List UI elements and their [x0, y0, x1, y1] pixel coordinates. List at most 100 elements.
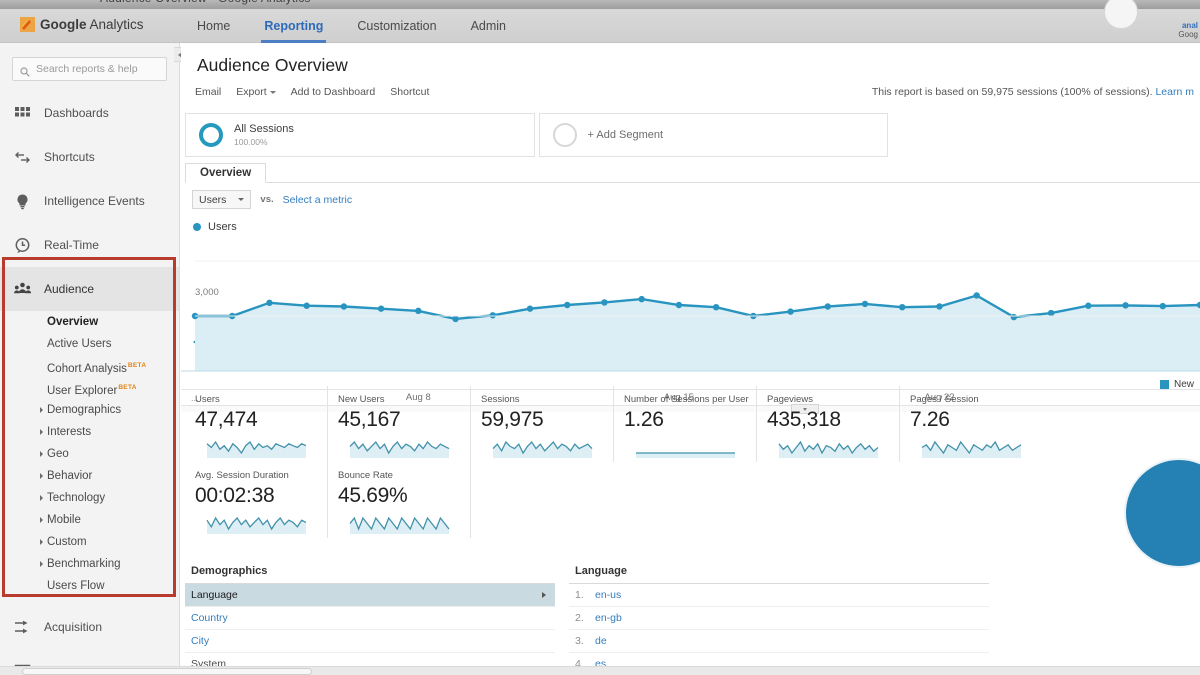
row-rank: 1. [575, 589, 584, 601]
sidebar-item-behavior[interactable]: Behavior [0, 465, 179, 487]
segment-ring-empty-icon [552, 123, 577, 147]
sparkline [185, 512, 328, 534]
demographics-row-country[interactable]: Country [185, 607, 555, 630]
arrow-shortcut-icon [14, 149, 31, 166]
kpi-bounce-rate[interactable]: Bounce Rate 45.69% [328, 462, 471, 538]
sub-label: Behavior [47, 470, 93, 482]
page-title: Audience Overview [197, 55, 348, 75]
scrollbar-thumb[interactable] [22, 668, 312, 675]
report-action-bar: Email Export Add to Dashboard Shortcut [195, 86, 429, 98]
sidebar-item-shortcuts[interactable]: Shortcuts [0, 135, 179, 179]
horizontal-scrollbar[interactable] [0, 666, 1200, 675]
kpi-grid: Users 47,474 New Users 45,167 Sessions 5… [185, 386, 1065, 538]
kpi-users[interactable]: Users 47,474 [185, 386, 328, 462]
sidebar-item-dashboards[interactable]: Dashboards [0, 91, 179, 135]
sparkline [900, 436, 1043, 458]
sidebar-label-acquisition: Acquisition [44, 620, 103, 634]
language-row[interactable]: 3. de [569, 630, 989, 653]
tab-overview[interactable]: Overview [185, 163, 267, 183]
kpi-avg-session-duration[interactable]: Avg. Session Duration 00:02:38 [185, 462, 328, 538]
row-label: Country [191, 612, 228, 624]
kpi-value: 45,167 [338, 408, 401, 432]
sparkline [328, 512, 471, 534]
segment-ring-icon [199, 123, 223, 147]
google-analytics-logo[interactable]: Google Analytics [20, 17, 144, 32]
learn-more-link[interactable]: Learn m [1155, 86, 1194, 98]
chart-point-26 [1159, 302, 1166, 310]
search-icon [20, 64, 30, 77]
avatar[interactable] [1104, 0, 1138, 29]
nav-home[interactable]: Home [180, 9, 247, 43]
sidebar-item-custom[interactable]: Custom [0, 531, 179, 553]
primary-nav: Home Reporting Customization Admin [180, 9, 523, 43]
add-to-dashboard-button[interactable]: Add to Dashboard [291, 86, 376, 98]
kpi-pages-per-session[interactable]: Pages / Session 7.26 [900, 386, 1043, 462]
kpi-sessions[interactable]: Sessions 59,975 [471, 386, 614, 462]
segment-all-sessions[interactable]: All Sessions 100.00% [185, 113, 535, 157]
sidebar-item-user-explorer[interactable]: User ExplorerBETA [0, 377, 179, 399]
language-row[interactable]: 2. en-gb [569, 607, 989, 630]
audience-submenu: Overview Active Users Cohort AnalysisBET… [0, 311, 179, 605]
lightbulb-icon [14, 193, 31, 210]
sidebar-item-demographics[interactable]: Demographics [0, 399, 179, 421]
language-row[interactable]: 1. en-us [569, 584, 989, 607]
kpi-value: 1.26 [624, 408, 664, 432]
search-container [0, 43, 179, 91]
kpi-value: 00:02:38 [195, 484, 275, 508]
sidebar-item-active-users[interactable]: Active Users [0, 333, 179, 355]
sidebar-item-technology[interactable]: Technology [0, 487, 179, 509]
row-rank: 3. [575, 635, 584, 647]
sidebar-item-benchmarking[interactable]: Benchmarking [0, 553, 179, 575]
kpi-label: Pageviews [767, 394, 813, 405]
chevron-right-icon [40, 451, 43, 457]
select-a-metric-link[interactable]: Select a metric [283, 194, 352, 206]
arrows-merge-icon [14, 619, 31, 636]
report-basis-note: This report is based on 59,975 sessions … [872, 86, 1194, 98]
sidebar-item-interests[interactable]: Interests [0, 421, 179, 443]
search-input[interactable] [36, 63, 159, 75]
sidebar-label-audience: Audience [44, 282, 95, 296]
nav-customization[interactable]: Customization [340, 9, 453, 43]
sidebar-item-users-flow[interactable]: Users Flow [0, 575, 179, 597]
sidebar-item-audience[interactable]: Audience Overview Active Users Cohort An… [0, 267, 179, 605]
sidebar-item-geo[interactable]: Geo [0, 443, 179, 465]
shortcut-button[interactable]: Shortcut [390, 86, 429, 98]
email-button[interactable]: Email [195, 86, 221, 98]
sub-label: Geo [47, 448, 69, 460]
chevron-right-icon [40, 473, 43, 479]
kpi-new-users[interactable]: New Users 45,167 [328, 386, 471, 462]
search-box[interactable] [12, 57, 167, 81]
sidebar-item-overview[interactable]: Overview [0, 311, 179, 333]
kpi-label: Users [195, 394, 220, 405]
sparkline [328, 436, 471, 458]
chart-point-23 [1047, 309, 1055, 317]
sub-label: Technology [47, 492, 106, 504]
sub-label: Demographics [47, 404, 122, 416]
demographics-row-city[interactable]: City [185, 630, 555, 653]
metric-selector-row: Users vs. Select a metric [192, 190, 352, 209]
account-switcher[interactable]: anal Goog [1178, 21, 1198, 39]
sidebar-item-acquisition[interactable]: Acquisition [0, 605, 179, 649]
legend-swatch-icon [1159, 380, 1169, 389]
add-segment-button[interactable]: + Add Segment [538, 113, 888, 157]
sidebar-item-mobile[interactable]: Mobile [0, 509, 179, 531]
kpi-label: Avg. Session Duration [195, 470, 289, 481]
kpi-pageviews[interactable]: Pageviews 435,318 [757, 386, 900, 462]
nav-reporting[interactable]: Reporting [247, 9, 340, 43]
demographics-row-language[interactable]: Language [185, 584, 555, 607]
browser-window-title: Audience Overview - Google Analytics [100, 0, 311, 5]
sidebar-item-cohort-analysis[interactable]: Cohort AnalysisBETA [0, 355, 179, 377]
chart-point-10 [564, 301, 571, 309]
metric-dropdown[interactable]: Users [192, 190, 252, 209]
sub-label: Users Flow [47, 580, 105, 592]
chevron-right-icon [40, 495, 43, 501]
chart-svg[interactable] [181, 221, 1200, 391]
add-segment-label: + Add Segment [587, 129, 664, 141]
sidebar-item-intelligence-events[interactable]: Intelligence Events [0, 179, 179, 223]
export-button[interactable]: Export [236, 86, 276, 98]
nav-admin[interactable]: Admin [454, 9, 523, 43]
google-analytics-topbar: Google Analytics Home Reporting Customiz… [0, 0, 1200, 43]
kpi-sessions-per-user[interactable]: Number of Sessions per User 1.26 [614, 386, 757, 462]
sidebar-item-real-time[interactable]: Real-Time [0, 223, 179, 267]
chart-point-5 [377, 305, 385, 312]
